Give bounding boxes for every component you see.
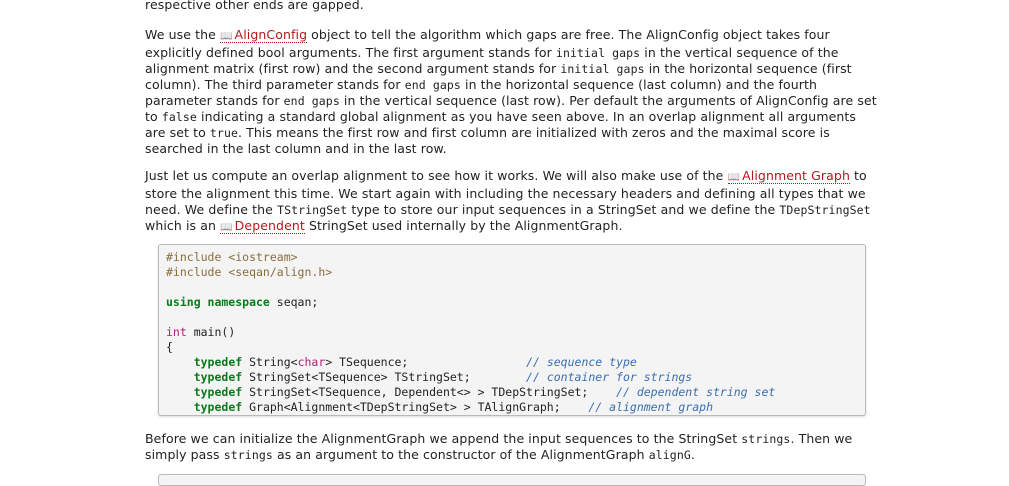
paragraph-alignconfig: We use the 📖 AlignConfig object to tell t… bbox=[145, 27, 878, 157]
code-tstringset: TStringSet bbox=[277, 203, 348, 217]
link-label: AlignConfig bbox=[234, 27, 308, 42]
link-dependent[interactable]: 📖 Dependent bbox=[220, 218, 305, 234]
code-tdepstringset: TDepStringSet bbox=[779, 203, 871, 217]
code-text: > TSequence; bbox=[325, 355, 409, 369]
code-text: main() bbox=[186, 325, 236, 339]
code-text: StringSet<TSequence> TStringSet; bbox=[242, 370, 471, 384]
text: . bbox=[690, 447, 695, 462]
book-icon: 📖 bbox=[220, 222, 233, 233]
text: Just let us compute an overlap alignment… bbox=[145, 168, 728, 183]
keyword: typedef bbox=[193, 400, 243, 414]
text: Before we can initialize the AlignmentGr… bbox=[145, 431, 742, 446]
text: We use the bbox=[145, 27, 220, 42]
link-label: Dependent bbox=[234, 218, 305, 233]
text: StringSet used internally by the Alignme… bbox=[304, 218, 623, 233]
code-text: seqan; bbox=[269, 295, 319, 309]
link-label: Alignment Graph bbox=[742, 168, 850, 183]
code-text: StringSet<TSequence, Dependent<> > TDepS… bbox=[242, 385, 589, 399]
code-strings: strings bbox=[741, 432, 791, 446]
keyword: typedef bbox=[193, 370, 243, 384]
code-aligng: alignG bbox=[648, 448, 691, 462]
book-icon: 📖 bbox=[727, 172, 741, 183]
code-initial-gaps: initial gaps bbox=[555, 46, 641, 60]
paragraph-append: Before we can initialize the AlignmentGr… bbox=[145, 431, 878, 463]
code-end-gaps: end gaps bbox=[283, 94, 340, 108]
book-icon: 📖 bbox=[219, 31, 233, 42]
type-keyword: char bbox=[297, 355, 326, 369]
code-comment: // alignment graph bbox=[588, 400, 713, 414]
text: . This means the first row and first col… bbox=[145, 125, 830, 156]
preprocessor-include: #include bbox=[166, 265, 222, 279]
code-true: true bbox=[209, 126, 238, 140]
code-false: false bbox=[161, 110, 197, 124]
keyword: typedef bbox=[193, 355, 243, 369]
code-comment: // sequence type bbox=[526, 355, 637, 369]
include-path: <seqan/align.h> bbox=[221, 265, 333, 279]
text: which is an bbox=[145, 218, 221, 233]
code-text: String< bbox=[242, 355, 298, 369]
preprocessor-include: #include bbox=[166, 250, 222, 264]
code-block[interactable]: #include <iostream> #include <seqan/alig… bbox=[158, 244, 866, 416]
text: type to store our input sequences in a S… bbox=[347, 202, 780, 217]
link-alignment-graph[interactable]: 📖 Alignment Graph bbox=[727, 168, 850, 184]
code-initial-gaps: initial gaps bbox=[560, 62, 645, 76]
paragraph-intro: respective other ends are gapped. bbox=[145, 0, 364, 12]
include-path: <iostream> bbox=[221, 250, 298, 264]
code-strings: strings bbox=[223, 448, 273, 462]
code-end-gaps: end gaps bbox=[404, 78, 461, 92]
type-keyword: int bbox=[166, 325, 187, 339]
code-comment: // container for strings bbox=[526, 370, 693, 384]
link-alignconfig[interactable]: 📖 AlignConfig bbox=[219, 27, 308, 43]
keyword: typedef bbox=[193, 385, 243, 399]
code-text: Graph<Alignment<TDepStringSet> > TAlignG… bbox=[242, 400, 561, 414]
code-text: { bbox=[166, 340, 173, 354]
paragraph-overlap: Just let us compute an overlap alignment… bbox=[145, 168, 878, 236]
keyword: using namespace bbox=[166, 295, 270, 309]
code-block-next[interactable] bbox=[158, 474, 866, 486]
text: as an argument to the constructor of the… bbox=[272, 447, 649, 462]
code-comment: // dependent string set bbox=[616, 385, 776, 399]
